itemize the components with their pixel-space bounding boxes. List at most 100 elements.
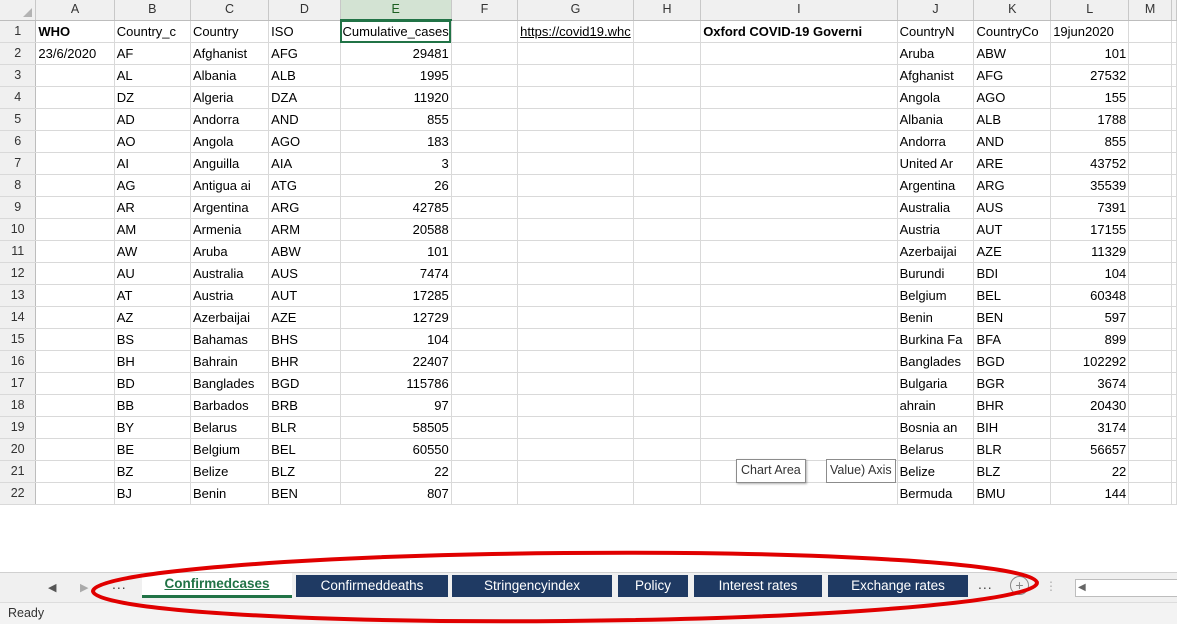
cell-l22[interactable]: 144	[1050, 482, 1130, 505]
cell-h10[interactable]	[633, 218, 702, 241]
cell-d13[interactable]: AUT	[268, 284, 341, 307]
sheet-tab-interest-rates[interactable]: Interest rates	[694, 575, 822, 597]
cell-h8[interactable]	[633, 174, 702, 197]
cell-i20[interactable]	[700, 438, 898, 461]
column-header-j[interactable]: J	[897, 0, 975, 21]
cell-l1[interactable]: 19jun2020	[1050, 20, 1130, 43]
cell-m2[interactable]	[1128, 42, 1172, 65]
cell-b9[interactable]: AR	[114, 196, 191, 219]
cell-k1[interactable]: CountryCo	[973, 20, 1052, 43]
cell-j11[interactable]: Azerbaijai	[897, 240, 975, 263]
cell-l21[interactable]: 22	[1050, 460, 1130, 483]
cell-l9[interactable]: 7391	[1050, 196, 1130, 219]
cell-a10[interactable]	[35, 218, 115, 241]
cell-l15[interactable]: 899	[1050, 328, 1130, 351]
cell-g22[interactable]	[517, 482, 634, 505]
cell-b12[interactable]: AU	[114, 262, 191, 285]
cell-j7[interactable]: United Ar	[897, 152, 975, 175]
cell-j19[interactable]: Bosnia an	[897, 416, 975, 439]
column-header-d[interactable]: D	[268, 0, 341, 21]
cell-a2[interactable]: 23/6/2020	[35, 42, 115, 65]
cell-m8[interactable]	[1128, 174, 1172, 197]
cell-i11[interactable]	[700, 240, 898, 263]
cell-m17[interactable]	[1128, 372, 1172, 395]
cell-a18[interactable]	[35, 394, 115, 417]
cell-j9[interactable]: Australia	[897, 196, 975, 219]
cell-d21[interactable]: BLZ	[268, 460, 341, 483]
cell-c22[interactable]: Benin	[190, 482, 270, 505]
cell-g7[interactable]	[517, 152, 634, 175]
cell-d2[interactable]: AFG	[268, 42, 341, 65]
cell-e3[interactable]: 1995	[340, 64, 452, 87]
cell-f21[interactable]	[451, 460, 519, 483]
cell-k18[interactable]: BHR	[973, 394, 1052, 417]
cell-a17[interactable]	[35, 372, 115, 395]
cell-k12[interactable]: BDI	[973, 262, 1052, 285]
cell-m14[interactable]	[1128, 306, 1172, 329]
cell-f19[interactable]	[451, 416, 519, 439]
cell-j10[interactable]: Austria	[897, 218, 975, 241]
cell-d20[interactable]: BEL	[268, 438, 341, 461]
cell-f8[interactable]	[451, 174, 519, 197]
cell-k16[interactable]: BGD	[973, 350, 1052, 373]
cell-k14[interactable]: BEN	[973, 306, 1052, 329]
column-header-a[interactable]: A	[35, 0, 115, 21]
cell-d15[interactable]: BHS	[268, 328, 341, 351]
row-header[interactable]: 21	[0, 460, 37, 483]
cell-m20[interactable]	[1128, 438, 1172, 461]
cell-c19[interactable]: Belarus	[190, 416, 270, 439]
cell-k7[interactable]: ARE	[973, 152, 1052, 175]
cell-l2[interactable]: 101	[1050, 42, 1130, 65]
spreadsheet-grid[interactable]: A B C D E F G H I J K L M 1 WHO Country_c Country ISO Cumu…	[0, 0, 1177, 591]
cell-m19[interactable]	[1128, 416, 1172, 439]
cell-m22[interactable]	[1128, 482, 1172, 505]
cell-h16[interactable]	[633, 350, 702, 373]
cell-b21[interactable]: BZ	[114, 460, 191, 483]
cell-l14[interactable]: 597	[1050, 306, 1130, 329]
column-header-f[interactable]: F	[451, 0, 519, 21]
cell-c7[interactable]: Anguilla	[190, 152, 270, 175]
cell-c14[interactable]: Azerbaijai	[190, 306, 270, 329]
cell-l4[interactable]: 155	[1050, 86, 1130, 109]
cell-l20[interactable]: 56657	[1050, 438, 1130, 461]
cell-j15[interactable]: Burkina Fa	[897, 328, 975, 351]
scroll-tabs-right-icon[interactable]: ▶	[80, 581, 88, 594]
cell-k2[interactable]: ABW	[973, 42, 1052, 65]
row-header[interactable]: 3	[0, 64, 37, 87]
cell-h2[interactable]	[633, 42, 702, 65]
cell-c11[interactable]: Aruba	[190, 240, 270, 263]
cell-b10[interactable]: AM	[114, 218, 191, 241]
cell-c21[interactable]: Belize	[190, 460, 270, 483]
row-header[interactable]: 8	[0, 174, 37, 197]
cell-h3[interactable]	[633, 64, 702, 87]
cell-i4[interactable]	[700, 86, 898, 109]
cell-d16[interactable]: BHR	[268, 350, 341, 373]
cell-e11[interactable]: 101	[340, 240, 452, 263]
cell-e20[interactable]: 60550	[340, 438, 452, 461]
cell-c13[interactable]: Austria	[190, 284, 270, 307]
cell-e18[interactable]: 97	[340, 394, 452, 417]
cell-g21[interactable]	[517, 460, 634, 483]
cell-m12[interactable]	[1128, 262, 1172, 285]
row-header[interactable]: 12	[0, 262, 37, 285]
cell-e2[interactable]: 29481	[340, 42, 452, 65]
cell-a20[interactable]	[35, 438, 115, 461]
cell-b16[interactable]: BH	[114, 350, 191, 373]
row-header[interactable]: 6	[0, 130, 37, 153]
cell-a11[interactable]	[35, 240, 115, 263]
cell-a8[interactable]	[35, 174, 115, 197]
cell-l6[interactable]: 855	[1050, 130, 1130, 153]
worksheet-table[interactable]: A B C D E F G H I J K L M 1 WHO Country_c Country ISO Cumu…	[0, 0, 1177, 505]
cell-m13[interactable]	[1128, 284, 1172, 307]
cell-e1[interactable]: Cumulative_cases	[340, 20, 452, 43]
cell-m16[interactable]	[1128, 350, 1172, 373]
cell-b18[interactable]: BB	[114, 394, 191, 417]
cell-h12[interactable]	[633, 262, 702, 285]
cell-g4[interactable]	[517, 86, 634, 109]
cell-h6[interactable]	[633, 130, 702, 153]
cell-c4[interactable]: Algeria	[190, 86, 270, 109]
sheet-tab-confirmeddeaths[interactable]: Confirmeddeaths	[296, 575, 448, 597]
cell-g11[interactable]	[517, 240, 634, 263]
cell-j13[interactable]: Belgium	[897, 284, 975, 307]
cell-j4[interactable]: Angola	[897, 86, 975, 109]
